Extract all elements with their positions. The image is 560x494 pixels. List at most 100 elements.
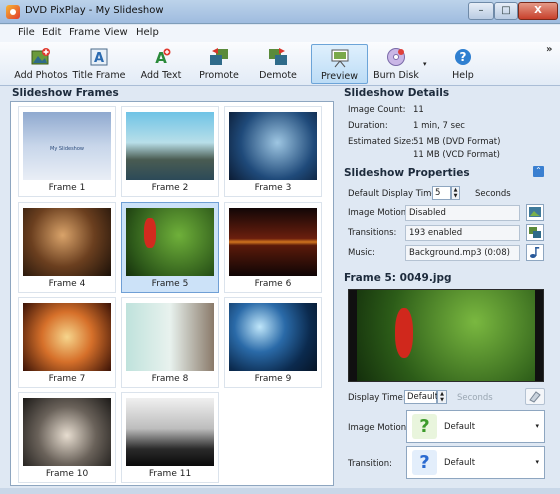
image-motion-field: Disabled	[405, 205, 520, 221]
menu-edit[interactable]: Edit	[42, 27, 61, 38]
frame-label-11: Frame 11	[148, 469, 192, 479]
frame-thumbnail-11[interactable]: Frame 11	[121, 392, 219, 483]
frame-10-image	[23, 398, 111, 466]
add-photos-button[interactable]: Add Photos	[10, 44, 72, 84]
toolbar-overflow-chevron[interactable]: »	[546, 44, 552, 55]
menu-frame[interactable]: Frame	[69, 27, 100, 38]
frame-thumbnail-2[interactable]: Frame 2	[121, 106, 219, 197]
transitions-settings-button[interactable]	[526, 224, 544, 241]
image-count-label: Image Count:	[348, 105, 406, 115]
add-text-button[interactable]: A Add Text	[136, 44, 186, 84]
add-text-icon: A	[155, 48, 171, 67]
preview-parrot-shape	[395, 308, 413, 358]
burn-disk-button[interactable]: Burn Disk	[372, 44, 420, 84]
menu-file[interactable]: File	[18, 27, 35, 38]
frame-thumbnail-5[interactable]: Frame 5	[121, 202, 219, 293]
preview-label: Preview	[321, 71, 358, 82]
transition-question-icon: ?	[412, 450, 437, 475]
demote-button[interactable]: Demote	[256, 44, 300, 84]
frame-image-motion-label: Image Motion:	[348, 423, 410, 433]
frame-label-2: Frame 2	[151, 183, 189, 193]
frame-5-image	[126, 208, 214, 276]
frame-label-3: Frame 3	[254, 183, 292, 193]
music-field: Background.mp3 (0:08)	[405, 245, 520, 261]
preview-background	[349, 290, 543, 381]
properties-panel: Slideshow Details Image Count: 11 Durati…	[344, 86, 550, 486]
menu-help[interactable]: Help	[136, 27, 159, 38]
burn-disk-label: Burn Disk	[373, 70, 419, 81]
bottom-border	[0, 488, 560, 494]
minimize-button[interactable]: –	[468, 2, 494, 20]
duration-value: 1 min, 7 sec	[413, 121, 465, 131]
add-photos-icon	[31, 48, 50, 65]
default-display-time-input[interactable]: 5	[432, 186, 451, 200]
window-title: DVD PixPlay - My Slideshow	[25, 5, 164, 16]
close-button[interactable]: X	[518, 2, 558, 20]
frame-4-image	[23, 208, 111, 276]
frame-thumbnail-8[interactable]: Frame 8	[121, 297, 219, 388]
frame-transition-label: Transition:	[348, 459, 392, 469]
menu-view[interactable]: View	[104, 27, 128, 38]
chevron-down-icon: ▾	[535, 458, 539, 466]
frame-transition-value: Default	[444, 458, 476, 468]
music-note-icon	[530, 247, 540, 258]
title-bar: DVD PixPlay - My Slideshow – □ X	[0, 0, 560, 24]
slideshow-frames-panel: Slideshow Frames My Slideshow Frame 1 Fr…	[10, 86, 336, 486]
frame-thumbnail-6[interactable]: Frame 6	[224, 202, 322, 293]
display-time-down-icon[interactable]: ▼	[438, 397, 446, 403]
frame-1-image: My Slideshow	[23, 112, 111, 180]
frame-image-motion-dropdown[interactable]: ? Default ▾	[406, 410, 545, 443]
promote-button[interactable]: Promote	[196, 44, 242, 84]
frame-6-image	[229, 208, 317, 276]
help-button[interactable]: ? Help	[444, 44, 482, 84]
slideshow-properties-title: Slideshow Properties	[344, 167, 470, 179]
spin-down-icon[interactable]: ▼	[452, 193, 459, 199]
frame-label-4: Frame 4	[48, 279, 86, 289]
preview-letterbox-left	[349, 290, 357, 381]
transitions-field: 193 enabled	[405, 225, 520, 241]
default-display-time-unit: Seconds	[475, 189, 511, 199]
frame-label-10: Frame 10	[45, 469, 89, 479]
frame-details-title: Frame 5: 0049.jpg	[344, 272, 452, 284]
maximize-button[interactable]: □	[494, 2, 518, 20]
frame-image-motion-value: Default	[444, 422, 476, 432]
reset-display-time-button[interactable]	[525, 388, 545, 405]
preview-button[interactable]: Preview	[311, 44, 368, 84]
slideshow-frames-title: Slideshow Frames	[12, 87, 119, 99]
frame-label-9: Frame 9	[254, 374, 292, 384]
collapse-properties-button[interactable]: ⌃	[533, 166, 544, 177]
image-motion-icon	[529, 207, 541, 217]
frame-11-image	[126, 398, 214, 466]
frame-thumbnail-1[interactable]: My Slideshow Frame 1	[18, 106, 116, 197]
frame-thumbnail-10[interactable]: Frame 10	[18, 392, 116, 483]
svg-text:A: A	[94, 51, 104, 66]
promote-icon	[210, 48, 228, 65]
frame-thumbnail-3[interactable]: Frame 3	[224, 106, 322, 197]
music-settings-button[interactable]	[526, 244, 544, 261]
help-icon: ?	[455, 49, 471, 65]
duration-label: Duration:	[348, 121, 388, 131]
title-frame-button[interactable]: A Title Frame	[72, 44, 126, 84]
frame-thumbnail-7[interactable]: Frame 7	[18, 297, 116, 388]
display-time-input[interactable]: Default	[404, 390, 438, 404]
frame-thumbnail-4[interactable]: Frame 4	[18, 202, 116, 293]
image-motion-settings-button[interactable]	[526, 204, 544, 221]
frame-thumbnail-9[interactable]: Frame 9	[224, 297, 322, 388]
promote-label: Promote	[199, 70, 239, 81]
menu-bar: File Edit Frame View Help	[0, 25, 560, 42]
display-time-label: Display Time:	[348, 393, 406, 403]
image-count-value: 11	[413, 105, 424, 115]
frame-label-5: Frame 5	[151, 279, 189, 289]
display-time-spinner[interactable]: ▲ ▼	[437, 390, 447, 404]
motion-question-icon: ?	[412, 414, 437, 439]
frames-grid: My Slideshow Frame 1 Frame 2 Frame 3 Fra…	[10, 101, 334, 486]
title-frame-icon: A	[90, 48, 108, 66]
frame-label-7: Frame 7	[48, 374, 86, 384]
burn-disk-dropdown-arrow[interactable]: ▾	[423, 60, 427, 68]
add-photos-label: Add Photos	[14, 70, 68, 81]
frame-transition-dropdown[interactable]: ? Default ▾	[406, 446, 545, 479]
frame-8-image	[126, 303, 214, 371]
default-display-time-spinner[interactable]: ▲ ▼	[451, 186, 460, 200]
title-frame-label: Title Frame	[72, 70, 126, 81]
burn-disk-icon	[387, 48, 405, 66]
